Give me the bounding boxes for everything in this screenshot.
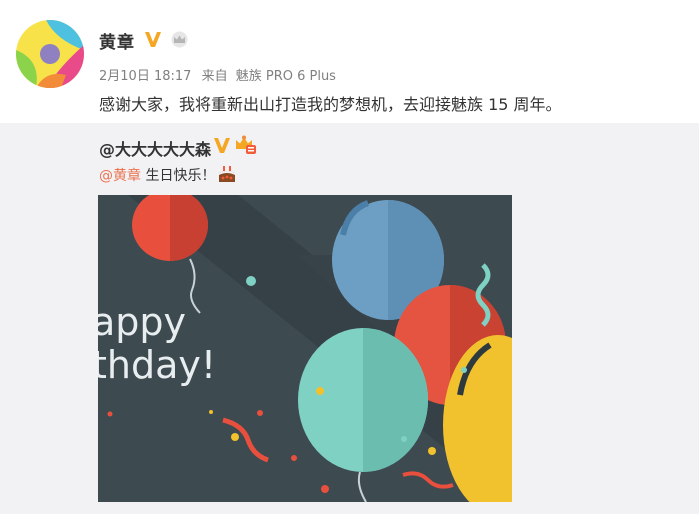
- vip-crown-icon[interactable]: [233, 135, 257, 155]
- post-text: 感谢大家，我将重新出山打造我的梦想机，去迎接魅族 15 周年。: [99, 95, 562, 114]
- image-caption-line2: thday!: [98, 343, 216, 387]
- repost-text: @黄章 生日快乐！: [99, 164, 237, 185]
- source-prefix: 来自: [201, 69, 228, 84]
- repost-message: 生日快乐！: [141, 168, 216, 184]
- post-meta: 2月10日 18:17 来自 魅族 PRO 6 Plus: [99, 65, 336, 84]
- crown-icon[interactable]: [170, 31, 189, 48]
- repost-author[interactable]: @大大大大大森: [99, 136, 211, 160]
- image-caption-line1: appy: [98, 300, 186, 344]
- birthday-cake-icon: [219, 166, 236, 182]
- mention-link[interactable]: @黄章: [99, 168, 141, 184]
- birthday-balloons-image[interactable]: appy thday!: [98, 195, 512, 502]
- verified-v-icon[interactable]: [144, 30, 162, 48]
- post-date[interactable]: 2月10日 18:17: [99, 69, 191, 84]
- author-avatar[interactable]: [16, 20, 84, 88]
- post-source[interactable]: 魅族 PRO 6 Plus: [236, 69, 336, 84]
- author-name[interactable]: 黄章: [99, 28, 135, 53]
- weibo-post: 黄章 2月10日 18:17 来自 魅族 PRO 6 Plus 感谢大家，我将重…: [0, 0, 699, 123]
- reposted-weibo[interactable]: @大大大大大森 @黄章 生日快乐！ appy thday!: [0, 123, 699, 514]
- verified-v-icon[interactable]: [213, 136, 231, 154]
